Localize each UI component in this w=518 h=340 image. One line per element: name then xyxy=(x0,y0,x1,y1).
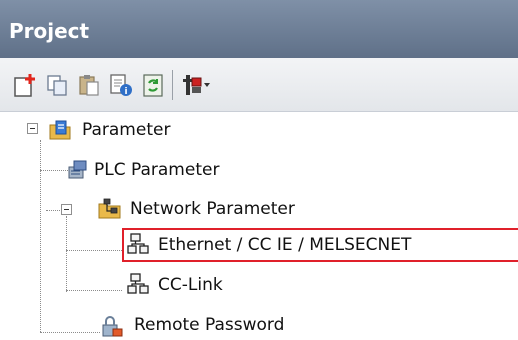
project-tree: Parameter PLC Parameter Network Paramete… xyxy=(0,112,518,340)
plc-parameter-icon xyxy=(68,160,87,179)
project-panel-title: Project xyxy=(0,0,518,58)
remote-password-icon xyxy=(102,316,123,337)
svg-text:i: i xyxy=(124,87,127,97)
tree-item-remote-password[interactable]: Remote Password xyxy=(134,314,284,336)
tree-connector xyxy=(40,170,68,171)
tools-dropdown-icon[interactable] xyxy=(180,72,212,98)
tree-connector xyxy=(40,140,41,332)
properties-icon[interactable]: i xyxy=(108,72,134,98)
toolbar-separator xyxy=(172,70,173,100)
tree-connector xyxy=(66,290,122,291)
collapse-parameter-toggle[interactable] xyxy=(27,123,38,134)
tree-item-network-parameter[interactable]: Network Parameter xyxy=(130,198,295,220)
refresh-icon[interactable] xyxy=(140,72,166,98)
paste-icon[interactable] xyxy=(76,72,102,98)
highlight-box xyxy=(122,228,518,262)
new-data-icon[interactable] xyxy=(12,72,38,98)
tree-item-parameter[interactable]: Parameter xyxy=(82,119,170,141)
network-node-icon xyxy=(127,273,149,294)
tree-connector xyxy=(66,216,67,292)
project-toolbar: i xyxy=(0,58,518,112)
collapse-network-parameter-toggle[interactable] xyxy=(61,204,72,215)
tree-item-plc-parameter[interactable]: PLC Parameter xyxy=(94,159,219,181)
tree-item-cc-link[interactable]: CC-Link xyxy=(158,274,223,296)
tree-connector xyxy=(66,250,122,251)
network-parameter-icon xyxy=(98,198,121,219)
tree-connector xyxy=(40,332,100,333)
parameter-folder-icon xyxy=(49,120,71,140)
copy-icon[interactable] xyxy=(44,72,70,98)
